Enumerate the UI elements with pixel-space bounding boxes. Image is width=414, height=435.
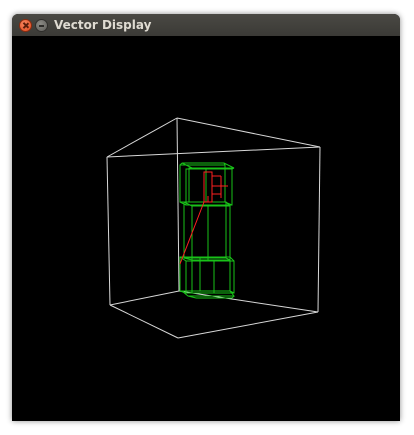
vector-canvas[interactable] [14,36,398,421]
title-bar[interactable]: Vector Display [12,14,400,36]
window-title: Vector Display [54,18,152,32]
vector-display-window: Vector Display [12,14,400,421]
minimize-icon[interactable] [35,19,48,32]
wireframe-cube [106,117,321,339]
model-wireframe [179,162,236,299]
highlight-lines [179,171,228,265]
vector-scene [106,117,321,339]
close-icon[interactable] [19,19,32,32]
